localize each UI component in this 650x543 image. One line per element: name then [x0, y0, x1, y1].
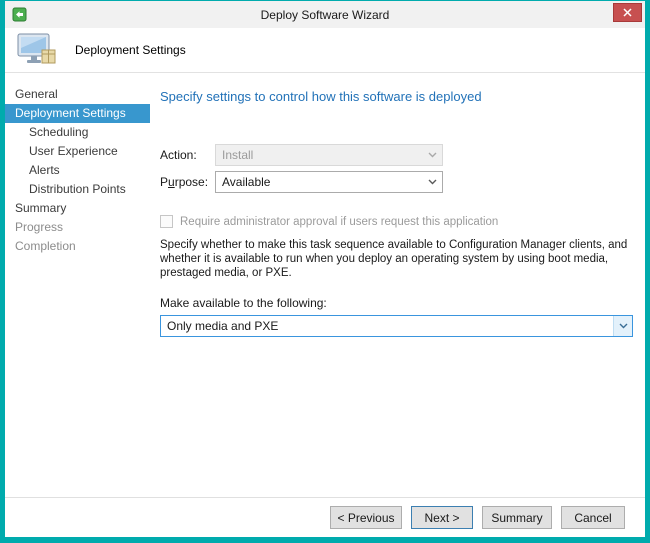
nav-item-progress[interactable]: Progress — [5, 218, 150, 237]
nav-item-scheduling[interactable]: Scheduling — [5, 123, 150, 142]
settings-form: Action: Install Purpose: Available — [160, 144, 633, 337]
page-heading: Specify settings to control how this sof… — [160, 89, 633, 104]
require-approval-checkbox: Require administrator approval if users … — [160, 215, 633, 228]
action-label: Action: — [160, 148, 215, 162]
action-dropdown: Install — [215, 144, 443, 166]
summary-button[interactable]: Summary — [482, 506, 552, 529]
nav-item-alerts[interactable]: Alerts — [5, 161, 150, 180]
wizard-body: General Deployment Settings Scheduling U… — [5, 73, 645, 497]
wizard-header: Deployment Settings — [5, 28, 645, 73]
nav-item-completion[interactable]: Completion — [5, 237, 150, 256]
nav-item-summary[interactable]: Summary — [5, 199, 150, 218]
make-available-label: Make available to the following: — [160, 296, 633, 310]
header-title: Deployment Settings — [75, 43, 186, 57]
make-available-value: Only media and PXE — [167, 319, 278, 333]
make-available-dropdown[interactable]: Only media and PXE — [160, 315, 633, 337]
checkbox-icon — [160, 215, 173, 228]
close-button[interactable] — [613, 3, 642, 22]
action-row: Action: Install — [160, 144, 633, 166]
nav-item-user-experience[interactable]: User Experience — [5, 142, 150, 161]
purpose-label: Purpose: — [160, 175, 215, 189]
deploy-software-wizard-window: Deploy Software Wizard Deployment Settin… — [0, 0, 650, 543]
action-value: Install — [222, 148, 253, 162]
next-button[interactable]: Next > — [411, 506, 473, 529]
wizard-nav: General Deployment Settings Scheduling U… — [5, 73, 150, 497]
purpose-row: Purpose: Available — [160, 171, 633, 193]
nav-item-distribution-points[interactable]: Distribution Points — [5, 180, 150, 199]
nav-item-deployment-settings[interactable]: Deployment Settings — [5, 104, 150, 123]
page-content: Specify settings to control how this sof… — [150, 73, 645, 497]
make-available-wrap: Only media and PXE — [160, 315, 633, 337]
chevron-down-icon — [423, 145, 442, 165]
require-approval-label: Require administrator approval if users … — [180, 216, 498, 228]
window-title: Deploy Software Wizard — [5, 8, 645, 22]
chevron-down-icon[interactable] — [613, 316, 632, 336]
purpose-value: Available — [222, 175, 270, 189]
close-icon — [623, 8, 632, 17]
deployment-settings-icon — [17, 33, 57, 67]
chevron-down-icon[interactable] — [423, 172, 442, 192]
wizard-app-icon — [12, 7, 27, 22]
nav-item-general[interactable]: General — [5, 85, 150, 104]
previous-button[interactable]: < Previous — [330, 506, 402, 529]
titlebar[interactable]: Deploy Software Wizard — [5, 1, 645, 28]
task-sequence-description: Specify whether to make this task sequen… — [160, 238, 632, 280]
cancel-button[interactable]: Cancel — [561, 506, 625, 529]
purpose-dropdown[interactable]: Available — [215, 171, 443, 193]
wizard-footer: < Previous Next > Summary Cancel — [5, 497, 645, 537]
